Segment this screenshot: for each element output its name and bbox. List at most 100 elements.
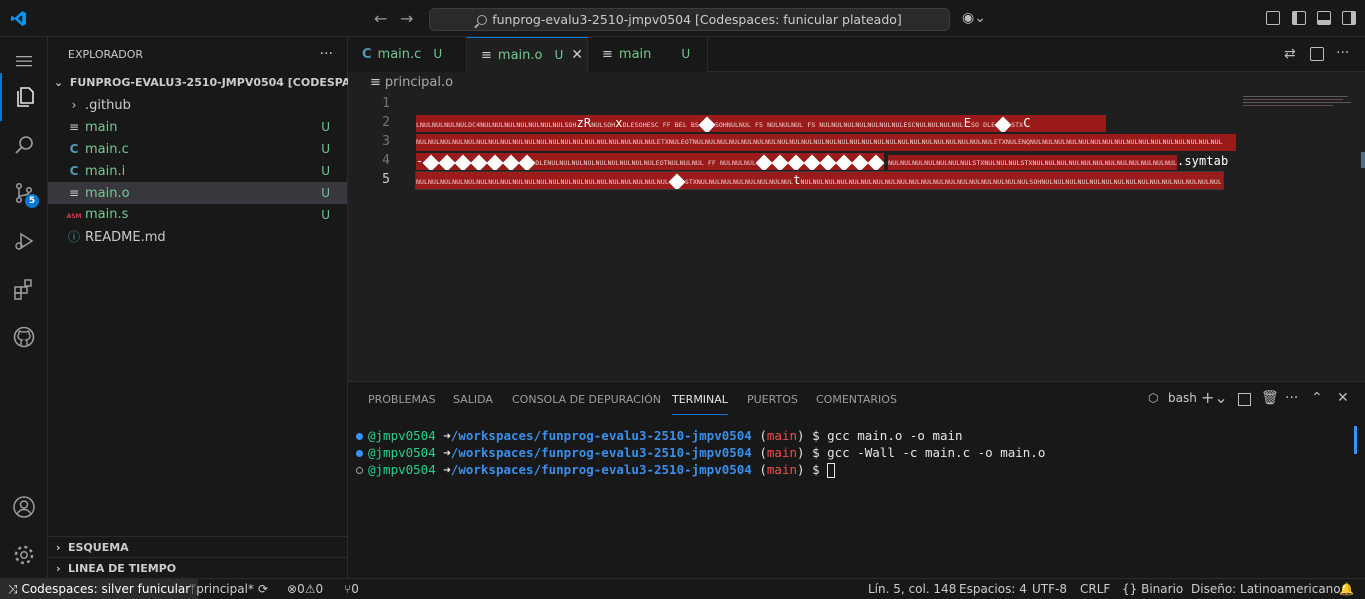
toggle-primary-sidebar-icon[interactable] [1292,11,1306,25]
terminal-line: @jmpv0504 ➜/workspaces/funprog-evalu3-25… [356,444,1045,461]
github-icon[interactable] [0,313,48,361]
tree-item-github[interactable]: › .github [48,94,347,116]
tree-item-main-i[interactable]: Cmain.i U [48,160,347,182]
settings-gear-icon[interactable] [0,531,48,579]
vscode-logo-icon [11,11,26,26]
split-editor-icon[interactable] [1310,47,1324,61]
tree-item-label: main.c [85,142,129,157]
ports-status[interactable]: ⑂0 [344,579,359,599]
tree-item-label: main.i [85,164,126,179]
tree-item-main-s[interactable]: ASM main.s U [48,204,347,226]
toggle-panel-icon[interactable] [1317,11,1331,25]
tab-debug-console[interactable]: CONSOLA DE DEPURACIÓN [512,382,661,417]
replacement-char-icon [668,173,686,189]
terminal-branch: main [766,445,797,460]
terminal-user: @jmpv0504 [368,462,436,477]
new-terminal-icon[interactable]: +⌄ [1201,388,1228,407]
prompt-arrow: ➜ [443,462,451,477]
sync-icon[interactable]: ⟳ [258,579,268,599]
line-number: 2 [382,115,390,130]
untracked-badge: U [321,208,330,222]
tree-item-label: main [85,120,118,135]
text-chars: C [1023,116,1031,130]
back-arrow-icon[interactable]: ← [374,9,387,28]
c-file-icon: C [69,142,79,156]
control-chars: LNULNULNULNULDC4NULNULNULNULNULNULNULSOH [416,121,577,129]
encoding[interactable]: UTF-8 [1032,579,1067,599]
more-actions-icon[interactable]: ··· [1336,45,1349,61]
run-debug-icon[interactable] [0,217,48,265]
code-line-3: NULNULNULNULNULNULNULNULNULNULNULNULNULN… [416,134,1236,151]
problems-status[interactable]: ⊗0⚠0 [287,579,323,599]
editor-scrollbar[interactable] [1361,152,1365,168]
language-label: Binario [1141,582,1184,596]
terminal-shell-label[interactable]: bash [1168,391,1197,405]
command-success-dot-icon [356,433,363,440]
more-actions-icon[interactable]: ··· [1285,390,1298,406]
minimap[interactable] [1243,94,1353,108]
extensions-icon[interactable] [0,265,48,313]
maximize-panel-icon[interactable]: ⌃ [1311,390,1323,406]
control-chars: SOHNULNUL FS NULNULNUL FS NULNULNULNULNU… [714,121,964,129]
branch-status[interactable]: ᛘprincipal* [189,579,254,599]
keyboard-layout[interactable]: Diseño: Latinoamericano [1191,579,1341,599]
source-control-badge: 5 [25,194,39,208]
info-icon: ⓘ [67,230,80,244]
breadcrumb[interactable]: ≡ principal.o [348,72,1365,94]
tree-item-main-o[interactable]: ≡ main.o U [48,182,347,204]
indentation[interactable]: Espacios: 4 [959,579,1027,599]
tab-main-c[interactable]: Cmain.c U [348,37,467,72]
terminal-scrollbar[interactable] [1354,426,1357,454]
remote-icon: ⤨ [8,582,18,596]
untracked-badge: U [321,186,330,200]
title-bar: ← → funprog-evalu3-2510-jmpv0504 [Codesp… [0,0,1365,37]
tab-output[interactable]: SALIDA [453,382,493,417]
close-panel-icon[interactable]: ✕ [1337,390,1349,406]
source-control-icon[interactable]: 5 [0,169,48,217]
notifications-bell-icon[interactable]: 🔔 [1339,579,1354,599]
customize-layout-icon[interactable] [1266,11,1280,25]
control-chars: NULNULNULNULNULNULNULNULNULNULNULNULNULN… [416,178,669,186]
tab-main-o[interactable]: ≡ main.o U ✕ [467,37,588,73]
editor-area[interactable]: 1 2 3 4 5 LNULNULNULNULDC4NULNULNULNULNU… [348,94,1365,381]
split-terminal-icon[interactable] [1238,393,1251,406]
tab-comments[interactable]: COMENTARIOS [816,382,897,417]
trash-icon[interactable]: 🗑 [1261,390,1279,406]
tab-terminal[interactable]: TERMINAL [672,382,728,415]
cursor-position[interactable]: Lín. 5, col. 148 [868,579,956,599]
close-icon[interactable]: ✕ [571,47,583,63]
timeline-section[interactable]: › LINEA DE TIEMPO [48,557,348,579]
language-mode[interactable]: {} Binario [1122,579,1183,599]
command-center-search[interactable]: funprog-evalu3-2510-jmpv0504 [Codespaces… [429,8,950,31]
tab-ports[interactable]: PUERTOS [747,382,798,417]
line-ending[interactable]: CRLF [1080,579,1110,599]
search-icon[interactable] [0,121,48,169]
tree-item-readme[interactable]: ⓘ README.md [48,226,347,248]
replacement-char-icon [698,116,716,132]
tree-item-main-c[interactable]: Cmain.c U [48,138,347,160]
tree-item-main[interactable]: ≡ main U [48,116,347,138]
forward-arrow-icon[interactable]: → [400,9,413,28]
search-icon [477,15,488,25]
toggle-secondary-sidebar-icon[interactable] [1342,11,1356,25]
explorer-icon[interactable] [0,73,48,121]
remote-indicator[interactable]: ⤨ Codespaces: silver funicular [0,579,199,599]
workspace-title: FUNPROG-EVALU3-2510-JMPV0504 [CODESPACES… [69,76,395,89]
command-success-dot-icon [356,450,363,457]
accounts-icon[interactable] [0,483,48,531]
compare-changes-icon[interactable]: ⇄ [1284,46,1296,62]
tab-main[interactable]: ≡ main U [588,37,708,72]
terminal-line: @jmpv0504 ➜/workspaces/funprog-evalu3-25… [356,461,836,478]
braces-icon: {} [1122,582,1138,596]
workspace-section[interactable]: ⌄ FUNPROG-EVALU3-2510-JMPV0504 [CODESPAC… [48,72,395,94]
terminal-cursor[interactable] [827,463,836,478]
tab-problems[interactable]: PROBLEMAS [368,382,436,417]
control-chars: NULNULNULNULNULNULNULNULNULNULNULNULNULN… [416,138,1223,146]
more-actions-icon[interactable]: ··· [320,37,333,72]
terminal-command: $ gcc main.o -o main [812,428,963,443]
activity-bar: 5 [0,37,48,578]
copilot-icon[interactable]: ◉⌄ [962,10,986,26]
code-line-4: - DLENULNULNULNULNULNULNULNULNULEOTNULNUL… [416,153,1241,170]
chevron-right-icon: › [56,562,61,575]
outline-section[interactable]: › ESQUEMA [48,536,348,558]
